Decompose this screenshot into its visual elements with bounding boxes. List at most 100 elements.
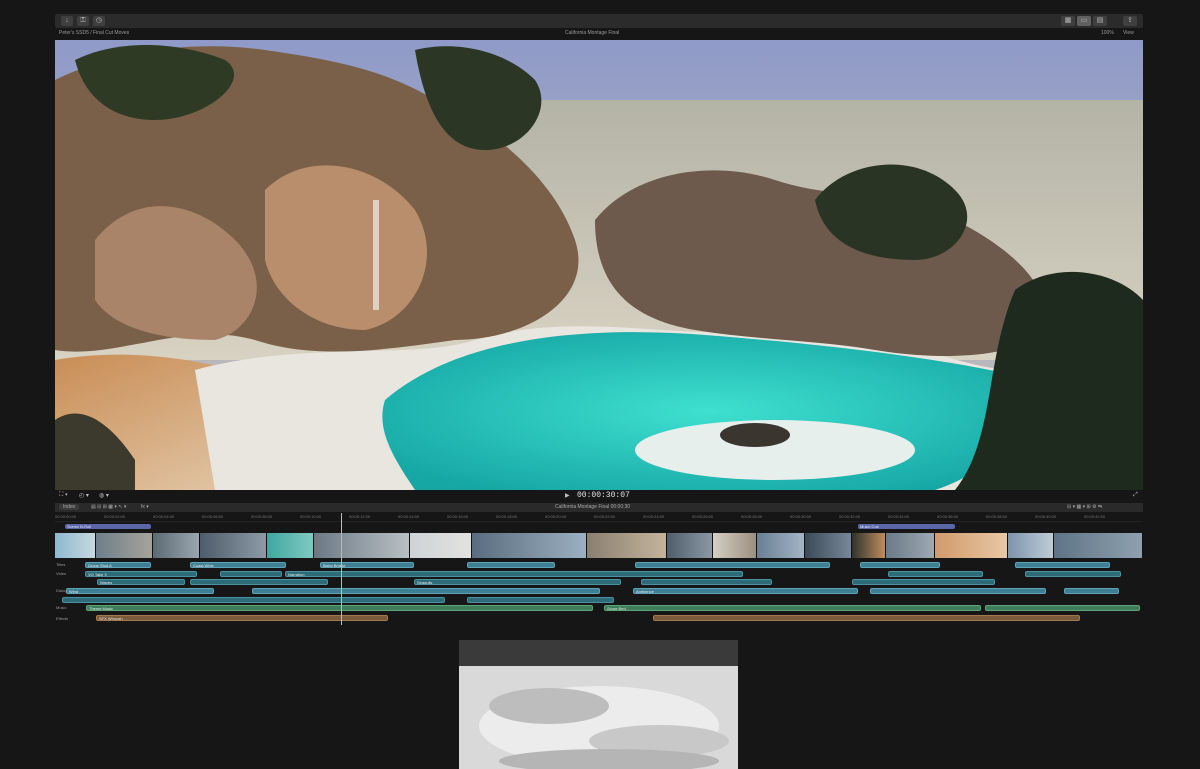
video-clip[interactable] xyxy=(409,533,472,558)
top-toolbar: ↓ ⚿ ◷ ▦ ▭ ▤ ⇪ xyxy=(55,14,1143,28)
connected-clip[interactable] xyxy=(870,588,1046,594)
video-clip[interactable] xyxy=(805,533,852,558)
connected-clip[interactable]: Waves xyxy=(97,579,185,585)
music-clip[interactable]: Score Bed xyxy=(604,605,981,611)
connected-clip[interactable]: Bixby Bridge xyxy=(320,562,414,568)
video-clip[interactable] xyxy=(153,533,200,558)
ruler-tick: 00:00:30:00 xyxy=(790,514,812,519)
video-clip[interactable] xyxy=(471,533,588,558)
connected-clip[interactable] xyxy=(635,562,830,568)
library-label: Peter's SSD5 / Final Cut Moves xyxy=(59,30,130,36)
connected-clip[interactable] xyxy=(62,597,445,603)
video-clip[interactable] xyxy=(313,533,410,558)
effects-tool[interactable]: fx ▾ xyxy=(141,504,149,510)
ruler-tick: 00:00:36:00 xyxy=(937,514,959,519)
ruler-tick: 00:00:14:00 xyxy=(398,514,420,519)
timeline-marker[interactable]: Scenic B-Roll xyxy=(65,524,151,529)
video-clip[interactable] xyxy=(587,533,667,558)
keyword-icon[interactable]: ⚿ xyxy=(77,16,89,26)
connected-clip[interactable] xyxy=(467,597,614,603)
timecode-display[interactable]: 00:00:30:07 xyxy=(577,491,630,500)
viewer-controls: ⛶ ▾ ◴ ▾ ◍ ▾ ▶ 00:00:30:07 ⤢ xyxy=(55,491,1143,502)
snow-texture xyxy=(479,686,729,769)
video-clip[interactable] xyxy=(666,533,713,558)
timeline-title: California Montage Final 00:00:30 xyxy=(555,504,631,510)
video-clip[interactable] xyxy=(757,533,806,558)
ruler-tick: 00:00:12:00 xyxy=(349,514,371,519)
ruler-tick: 00:00:40:00 xyxy=(1035,514,1057,519)
connected-clip[interactable]: VO Take 3 xyxy=(85,571,197,577)
video-clip[interactable] xyxy=(712,533,758,558)
fullscreen-icon[interactable]: ⤢ xyxy=(1133,492,1138,499)
timeline-ruler[interactable]: 00:00:00:00 00:00:02:00 00:00:04:00 00:0… xyxy=(55,513,1143,522)
viewer-info-bar: Peter's SSD5 / Final Cut Moves Californi… xyxy=(55,29,1143,39)
share-icon[interactable]: ⇪ xyxy=(1123,16,1137,26)
view-menu[interactable]: View xyxy=(1123,30,1134,36)
edit-tools[interactable]: ▤ ⊟ ⊞ ▦ ▾ ↖ ▾ xyxy=(91,504,126,510)
timeline-marker[interactable]: Music Cue xyxy=(858,524,955,529)
connected-clip[interactable] xyxy=(860,562,940,568)
ruler-tick: 00:00:06:00 xyxy=(202,514,224,519)
ruler-tick: 00:00:24:00 xyxy=(643,514,665,519)
video-clip[interactable] xyxy=(851,533,887,558)
ruler-tick: 00:00:22:00 xyxy=(594,514,616,519)
video-clip[interactable] xyxy=(1054,533,1144,558)
ruler-tick: 00:00:18:00 xyxy=(496,514,518,519)
primary-storyline xyxy=(55,533,1144,558)
enhance-icon[interactable]: ◍ ▾ xyxy=(99,492,109,499)
connected-clip[interactable]: Drone Shot A xyxy=(85,562,151,568)
import-icon[interactable]: ↓ xyxy=(61,16,73,26)
connected-clip[interactable] xyxy=(641,579,772,585)
connected-clip[interactable]: Coast Wide xyxy=(190,562,286,568)
connected-clip[interactable]: Wind xyxy=(66,588,214,594)
connected-clip[interactable] xyxy=(190,579,328,585)
browser-toggle-icon[interactable]: ▦ xyxy=(1061,16,1075,26)
connected-clip[interactable] xyxy=(467,562,555,568)
ruler-tick: 00:00:00:00 xyxy=(55,514,77,519)
speed-icon[interactable]: ◴ ▾ xyxy=(79,492,89,499)
role-label: Effects xyxy=(56,616,69,621)
music-clip[interactable]: Theme Music xyxy=(86,605,593,611)
video-clip[interactable] xyxy=(1008,533,1055,558)
connected-clip[interactable] xyxy=(252,588,600,594)
connected-clip[interactable] xyxy=(1015,562,1110,568)
timeline-view-tools[interactable]: ⊟ ▾ ▦ ▾ ⊞ ⚙ ⇆ xyxy=(1067,504,1102,510)
inspector-toggle-icon[interactable]: ▤ xyxy=(1093,16,1107,26)
connected-clip[interactable]: Narration xyxy=(285,571,743,577)
ruler-tick: 00:00:42:00 xyxy=(1084,514,1106,519)
ruler-tick: 00:00:26:00 xyxy=(692,514,714,519)
video-clip[interactable] xyxy=(267,533,314,558)
video-clip[interactable] xyxy=(199,533,268,558)
connected-clip[interactable]: Seagulls xyxy=(414,579,621,585)
ruler-tick: 00:00:04:00 xyxy=(153,514,175,519)
video-clip[interactable] xyxy=(886,533,935,558)
connected-clip[interactable] xyxy=(220,571,282,577)
preview-thumbnail xyxy=(459,640,738,769)
video-clip[interactable] xyxy=(95,533,154,558)
effects-clip[interactable] xyxy=(653,615,1080,621)
project-title: California Montage Final xyxy=(565,30,620,36)
playhead[interactable] xyxy=(341,513,342,625)
viewer-toggle-icon[interactable]: ▭ xyxy=(1077,16,1091,26)
connected-clip[interactable]: Ambience xyxy=(633,588,858,594)
index-button[interactable]: Index xyxy=(59,504,80,510)
background-tasks-icon[interactable]: ◷ xyxy=(93,16,105,26)
ruler-tick: 00:00:16:00 xyxy=(447,514,469,519)
viewer-frame[interactable] xyxy=(55,40,1143,490)
ruler-tick: 00:00:38:00 xyxy=(986,514,1008,519)
connected-clip[interactable] xyxy=(1064,588,1119,594)
video-clip[interactable] xyxy=(55,533,96,558)
role-label: Music xyxy=(56,605,67,610)
coastline-image xyxy=(55,40,1143,490)
connected-clip[interactable] xyxy=(888,571,983,577)
ruler-tick: 00:00:02:00 xyxy=(104,514,126,519)
ruler-tick: 00:00:20:00 xyxy=(545,514,567,519)
transform-icon[interactable]: ⛶ ▾ xyxy=(59,492,68,499)
music-clip[interactable] xyxy=(985,605,1140,611)
zoom-menu[interactable]: 100% xyxy=(1101,30,1114,36)
effects-clip[interactable]: SFX Whoosh xyxy=(96,615,388,621)
play-icon[interactable]: ▶ xyxy=(565,492,570,499)
connected-clip[interactable] xyxy=(1025,571,1121,577)
video-clip[interactable] xyxy=(934,533,1008,558)
connected-clip[interactable] xyxy=(852,579,995,585)
